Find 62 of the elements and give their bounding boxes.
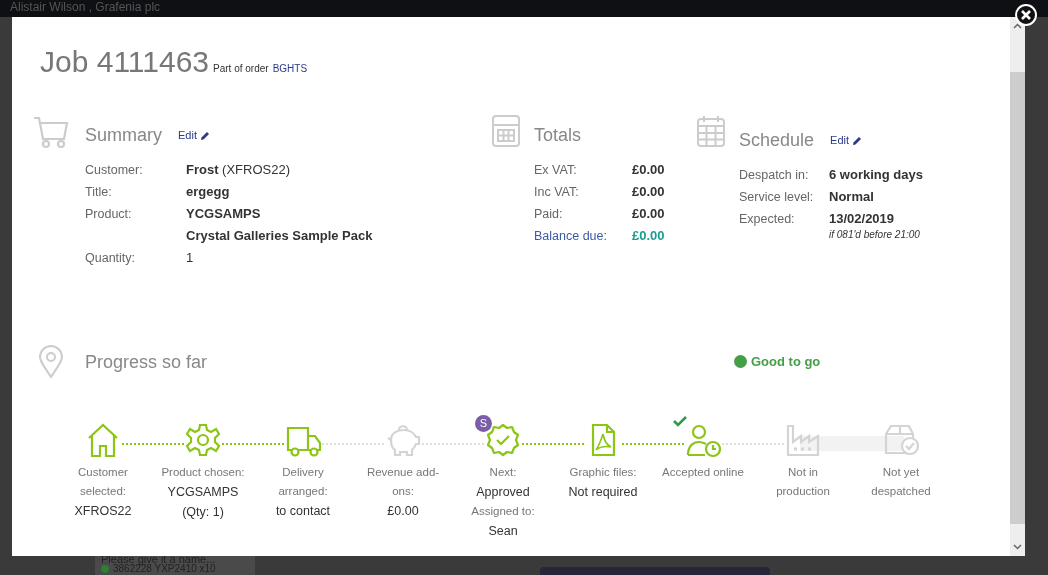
edit-link[interactable]: Edit (178, 127, 210, 144)
calculator-icon (492, 115, 520, 147)
cart-icon (33, 115, 69, 149)
step-value: £0.00 (386, 503, 420, 520)
step-value: YCGSAMPS (Qty: 1) (166, 484, 240, 521)
field-label: Title: (85, 184, 113, 201)
step-value: XFROS22 (73, 503, 133, 520)
step-value: Sean (488, 523, 518, 540)
field-value: Normal (829, 188, 874, 206)
field-value: 1 (186, 249, 194, 267)
field-label: Ex VAT: (534, 162, 578, 179)
location-pin-icon (37, 345, 65, 379)
field-value: £0.00 (632, 183, 665, 201)
field-label: Customer: (85, 162, 144, 179)
field-value: Crystal Galleries Sample Pack (186, 227, 373, 245)
job-title: Job 4111463 (40, 45, 210, 79)
status-text: Good to go (751, 353, 821, 371)
field-value: £0.00 (632, 205, 665, 223)
step-label: Delivery arranged: (277, 465, 329, 499)
field-label: Balance due: (534, 228, 608, 245)
user-badge: S (475, 415, 492, 432)
section-heading: Summary (85, 124, 162, 147)
step-value: Approved (475, 484, 531, 501)
step-label: Accepted online (661, 465, 745, 480)
field-value: Frost (XFROS22) (186, 161, 290, 179)
field-label: Paid: (534, 206, 564, 223)
field-value: £0.00 (632, 161, 665, 179)
pencil-icon (200, 130, 210, 141)
field-label: Quantity: (85, 250, 137, 267)
step-label: Graphic files: (568, 465, 638, 480)
order-caption: Part of order (213, 62, 269, 76)
section-heading: Progress so far (85, 350, 208, 374)
edit-link[interactable]: Edit (830, 132, 863, 149)
order-link[interactable]: BGHTS (272, 61, 308, 76)
step-label: Customer selected: (77, 465, 129, 499)
field-value: YCGSAMPS (186, 205, 261, 223)
field-value: 13/02/2019 (829, 210, 896, 228)
field-label: Despatch in: (739, 167, 810, 184)
step-label: Product chosen: (161, 465, 245, 480)
scroll-down-icon[interactable] (1013, 544, 1022, 550)
field-label: Expected: (739, 211, 796, 228)
step-label: Revenue add-ons: (365, 465, 441, 499)
calendar-icon (697, 115, 725, 147)
pencil-icon (852, 135, 863, 146)
field-label: Inc VAT: (534, 184, 580, 201)
note-text: if 081'd before 21:00 (829, 228, 920, 242)
step-value: to contact (274, 503, 332, 520)
field-label: Service level: (739, 189, 815, 206)
user-name: Alistair Wilson , Grafenia plc (10, 0, 161, 14)
step-value: Not required (567, 484, 639, 501)
scrollbar[interactable] (1010, 17, 1025, 556)
step-label: Next: (488, 465, 518, 480)
field-value: ergegg (186, 183, 230, 201)
step-label: Assigned to: (471, 504, 535, 519)
step-label: Not in production (775, 465, 831, 499)
section-heading: Totals (534, 124, 582, 147)
section-heading: Schedule (739, 129, 815, 152)
step-label: Not yet despatched (870, 465, 932, 499)
field-label: Product: (85, 206, 133, 223)
field-value: £0.00 (632, 227, 665, 245)
scroll-up-icon[interactable] (1013, 23, 1022, 29)
field-value: 6 working days (829, 166, 923, 184)
